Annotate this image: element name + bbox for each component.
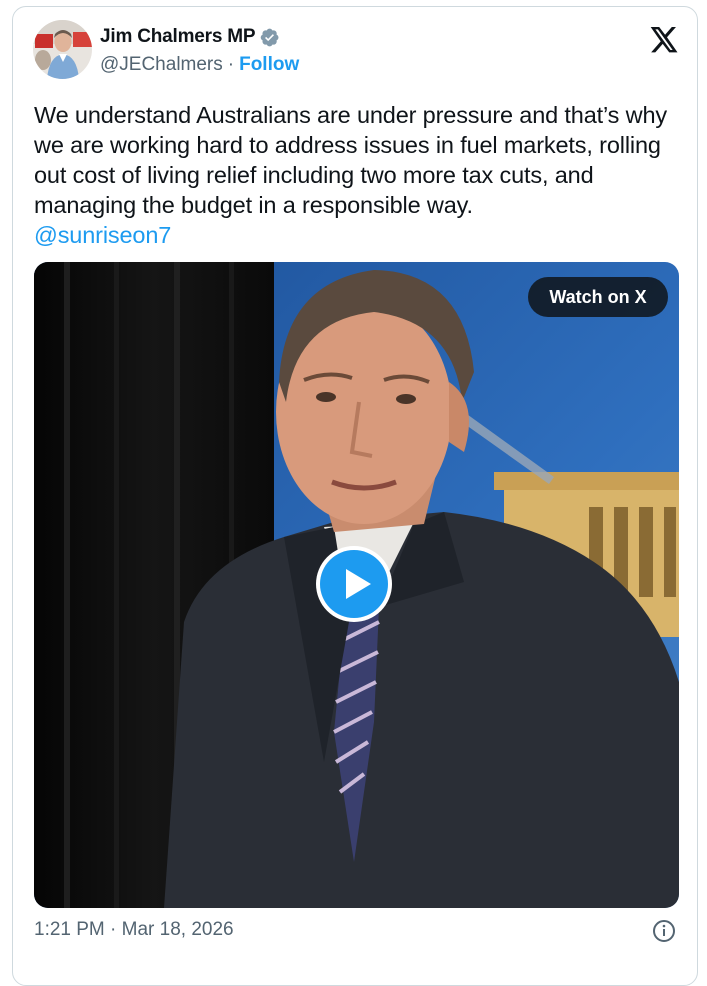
- tweet-body: We understand Australians are under pres…: [34, 102, 667, 218]
- avatar[interactable]: [33, 20, 92, 79]
- mention-link[interactable]: @sunriseon7: [34, 220, 684, 250]
- tweet-text: We understand Australians are under pres…: [34, 100, 684, 250]
- author-handle[interactable]: @JEChalmers: [100, 54, 223, 76]
- author-name-row: Jim Chalmers MP: [100, 26, 280, 48]
- info-icon[interactable]: [652, 919, 676, 943]
- tweet-card: Jim Chalmers MP @JEChalmers · Follow We …: [12, 6, 698, 986]
- x-logo-icon[interactable]: [650, 27, 679, 53]
- author-name[interactable]: Jim Chalmers MP: [100, 26, 256, 48]
- author-handle-row: @JEChalmers · Follow: [100, 54, 299, 76]
- play-icon[interactable]: [314, 544, 394, 624]
- separator-dot: ·: [227, 54, 235, 75]
- follow-button[interactable]: Follow: [239, 54, 299, 76]
- tweet-timestamp[interactable]: 1:21 PM · Mar 18, 2026: [34, 919, 234, 941]
- verified-badge-icon: [259, 27, 280, 48]
- watch-on-x-button[interactable]: Watch on X: [528, 277, 668, 317]
